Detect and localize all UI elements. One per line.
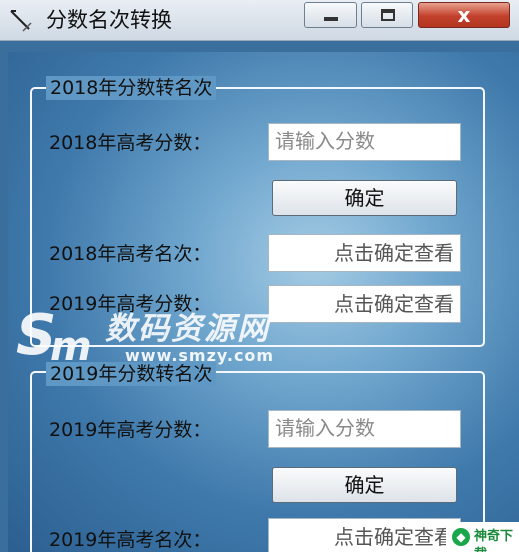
watermark-site-name: 数码资源网 <box>105 311 270 347</box>
rank-2019-output: 点击确定查看 <box>268 518 461 552</box>
rank-2019-label: 2019年高考名次： <box>49 529 212 551</box>
watermark-logo-icon: S m <box>16 303 92 368</box>
maximize-icon <box>381 9 395 21</box>
close-button[interactable]: x <box>418 2 510 28</box>
score-2018-input[interactable] <box>268 123 461 161</box>
window-title: 分数名次转换 <box>46 8 172 32</box>
score-2018-label: 2018年高考分数： <box>49 132 212 154</box>
badge-logo-icon: ◆ <box>452 528 470 546</box>
title-bar[interactable]: 分数名次转换 x <box>0 0 519 41</box>
pen-app-icon <box>10 10 32 32</box>
close-icon: x <box>457 3 471 27</box>
confirm-2019-button[interactable]: 确定 <box>272 467 457 503</box>
svg-text:m: m <box>50 324 92 368</box>
app-window: 分数名次转换 x 2018年分数转名次 2018年高考分数： 确定 2018年高… <box>0 0 519 552</box>
watermark-url: www.smzy.com <box>125 346 275 365</box>
score-2019-output: 点击确定查看 <box>268 285 461 323</box>
score-2019-input-label: 2019年高考分数： <box>49 419 212 441</box>
rank-2018-output: 点击确定查看 <box>268 234 461 272</box>
rank-2018-label: 2018年高考名次： <box>49 243 212 265</box>
score-2019-input[interactable] <box>268 410 461 448</box>
maximize-button[interactable] <box>361 2 413 28</box>
corner-watermark-badge: ◆ 神奇下载 <box>446 522 519 552</box>
confirm-2018-button[interactable]: 确定 <box>272 180 457 216</box>
group-2018-legend: 2018年分数转名次 <box>46 76 217 100</box>
badge-text: 神奇下载 <box>474 529 514 552</box>
minimize-icon <box>324 17 338 21</box>
minimize-button[interactable] <box>304 2 357 28</box>
